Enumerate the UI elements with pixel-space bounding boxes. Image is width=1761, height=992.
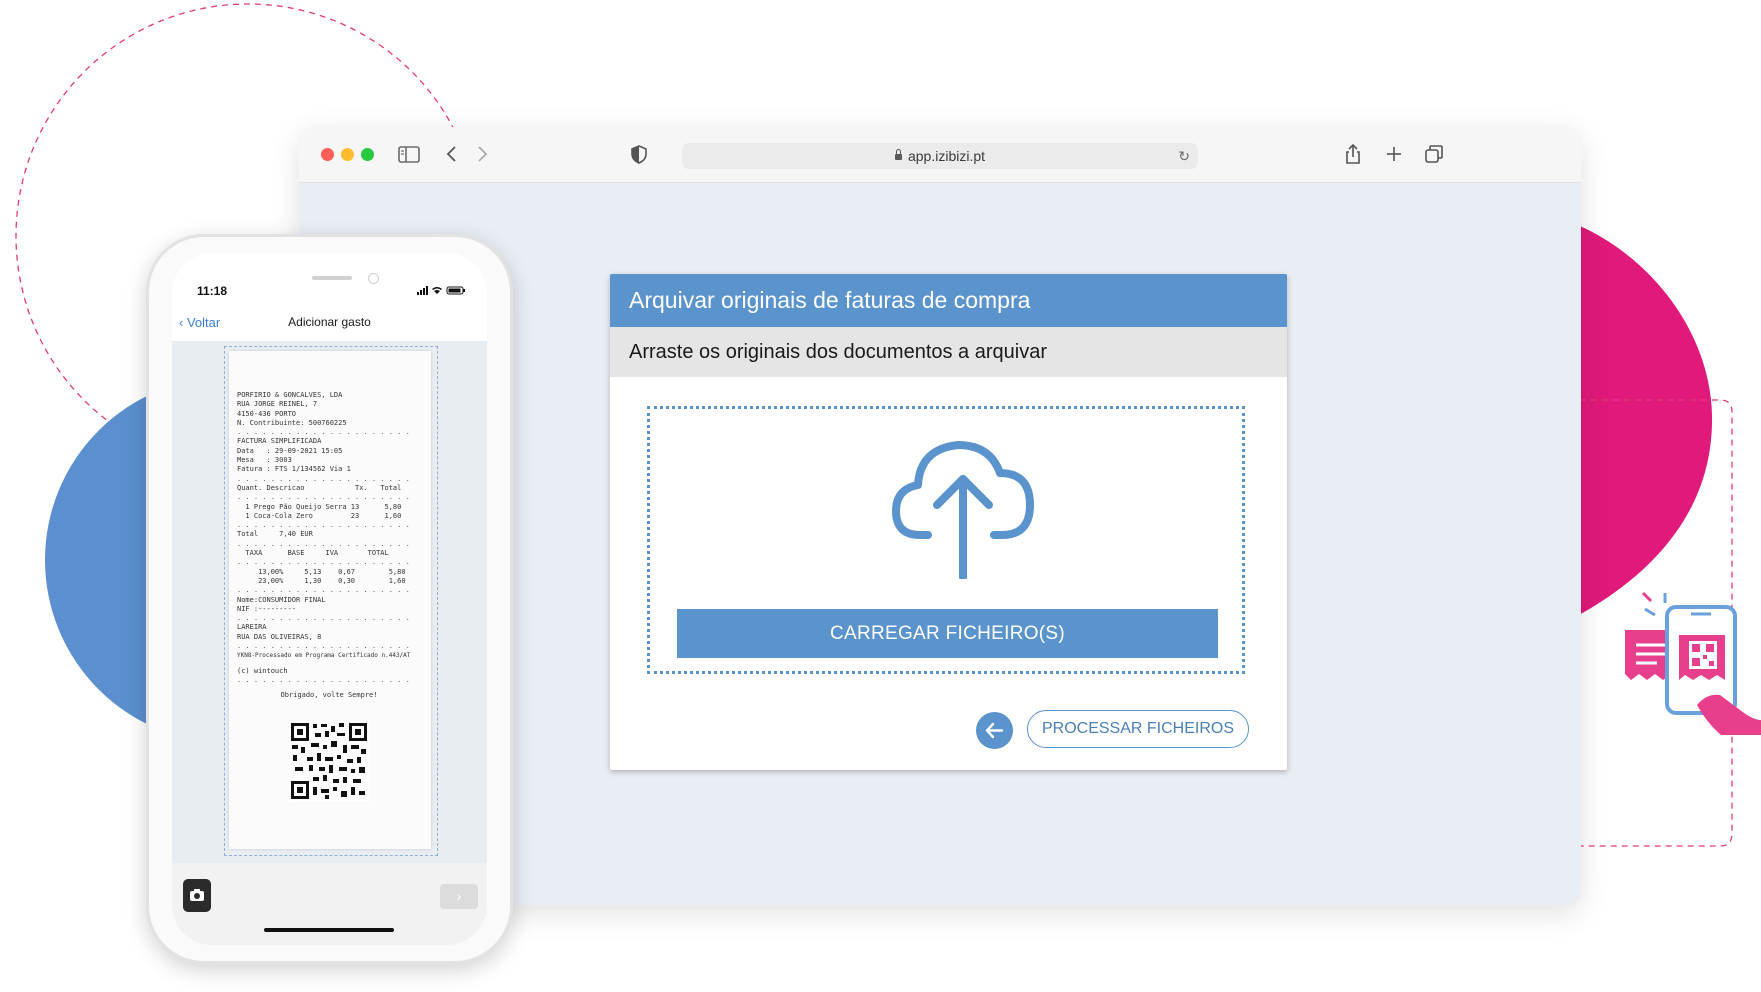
receipt-separator: . . . . . . . . . . . . . . . . . . . . …	[237, 493, 410, 502]
url-text: app.izibizi.pt	[907, 148, 986, 164]
shield-icon[interactable]	[626, 141, 652, 167]
browser-toolbar: app.izibizi.pt ↻	[299, 127, 1581, 183]
receipt-line: FACTURA SIMPLIFICADA	[237, 437, 322, 446]
receipt-item: 1 Prego Pão Queijo Serra 13 5,80	[237, 502, 402, 511]
receipt-separator: . . . . . . . . . . . . . . . . . . . . …	[237, 521, 410, 530]
new-tab-icon[interactable]	[1381, 141, 1407, 167]
tabs-overview-icon[interactable]	[1421, 141, 1447, 167]
nav-title: Adicionar gasto	[288, 315, 371, 329]
receipt-separator: . . . . . . . . . . . . . . . . . . . . …	[237, 539, 410, 548]
forward-icon[interactable]	[469, 141, 495, 167]
receipt-cert: YKN8-Processado em Programa Certificado …	[237, 652, 411, 660]
next-button[interactable]: ›	[440, 884, 478, 909]
receipt-line: Mesa : 3003	[237, 456, 292, 465]
receipt-tax-row: 13,00% 5,13 0,67 5,80	[237, 567, 406, 576]
receipt-line: RUA JORGE REINEL, 7	[237, 400, 318, 409]
receipt-line: Fatura : FTS 1/134562 Via 1	[237, 465, 351, 474]
receipt-separator: . . . . . . . . . . . . . . . . . . . . …	[237, 642, 410, 651]
receipt-separator: . . . . . . . . . . . . . . . . . . . . …	[237, 428, 410, 437]
receipt-separator: . . . . . . . . . . . . . . . . . . . . …	[237, 558, 410, 567]
receipt-frame: PORFIRIO & GONCALVES, LDA RUA JORGE REIN…	[224, 346, 438, 856]
receipt-line: PORFIRIO & GONCALVES, LDA	[237, 391, 343, 399]
receipt-separator: . . . . . . . . . . . . . . . . . . . . …	[237, 614, 410, 623]
receipt-preview-area: PORFIRIO & GONCALVES, LDA RUA JORGE REIN…	[172, 341, 487, 863]
status-icons	[417, 286, 465, 295]
status-time: 11:18	[197, 284, 228, 298]
share-icon[interactable]	[1340, 141, 1366, 167]
receipt-copyright: (c) wintouch	[237, 666, 288, 675]
phone-mockup: 11:18 ‹ Voltar Adicionar gasto PORFIRIO …	[146, 234, 513, 964]
home-indicator	[264, 928, 394, 932]
receipt-separator: . . . . . . . . . . . . . . . . . . . . …	[237, 675, 410, 684]
back-button[interactable]	[976, 712, 1013, 749]
minimize-window-button[interactable]	[341, 148, 354, 161]
arrow-left-icon	[985, 722, 1004, 739]
camera-button[interactable]	[183, 879, 211, 912]
dialog-title: Arquivar originais de faturas de compra	[610, 274, 1287, 327]
cloud-upload-icon	[892, 441, 1034, 579]
front-camera	[368, 273, 379, 284]
phone-scan-illustration	[1625, 591, 1761, 735]
camera-icon	[190, 889, 204, 901]
receipt-line: Data : 29-09-2021 15:05	[237, 446, 343, 455]
receipt-item: 1 Coca-Cola Zero 23 1,60	[237, 511, 402, 520]
lock-icon	[894, 149, 902, 160]
address-bar[interactable]: app.izibizi.pt ↻	[682, 143, 1198, 169]
zoom-window-button[interactable]	[361, 148, 374, 161]
upload-files-button[interactable]: CARREGAR FICHEIRO(S)	[677, 609, 1218, 658]
receipt-image: PORFIRIO & GONCALVES, LDA RUA JORGE REIN…	[229, 351, 431, 849]
speaker-grille	[312, 276, 352, 280]
receipt-line: Nome:CONSUMIDOR FINAL	[237, 595, 326, 604]
receipt-columns: Quant. Descricao Tx. Total	[237, 483, 402, 492]
process-files-button[interactable]: PROCESSAR FICHEIROS	[1027, 710, 1249, 748]
phone-screen: 11:18 ‹ Voltar Adicionar gasto PORFIRIO …	[172, 253, 487, 945]
receipt-line: N. Contribuinte: 500760225	[237, 418, 347, 427]
dialog-subtitle: Arraste os originais dos documentos a ar…	[610, 327, 1287, 377]
archive-invoices-dialog: Arquivar originais de faturas de compra …	[610, 274, 1287, 770]
receipt-line: 4150-436 PORTO	[237, 409, 297, 418]
reload-icon[interactable]: ↻	[1178, 148, 1190, 165]
receipt-tax-row: 23,00% 1,30 0,30 1,60	[237, 576, 406, 585]
wifi-icon	[432, 287, 442, 294]
receipt-separator: . . . . . . . . . . . . . . . . . . . . …	[237, 586, 410, 595]
chevron-right-icon: ›	[456, 888, 462, 904]
receipt-total: Total 7,40 EUR	[237, 530, 313, 539]
qr-code-icon	[289, 721, 369, 801]
receipt-separator: . . . . . . . . . . . . . . . . . . . . …	[237, 474, 410, 483]
file-dropzone[interactable]: CARREGAR FICHEIRO(S)	[647, 406, 1245, 674]
receipt-line: LAREIRA	[237, 623, 267, 632]
sidebar-icon[interactable]	[396, 141, 422, 167]
back-icon[interactable]	[439, 141, 465, 167]
close-window-button[interactable]	[321, 148, 334, 161]
phone-bottom-bar: ›	[172, 863, 487, 945]
receipt-line: NIF :---------	[237, 604, 297, 613]
receipt-thanks: Obrigado, volte Sempre!	[280, 691, 378, 700]
signal-icon	[417, 292, 419, 295]
receipt-tax-header: TAXA BASE IVA TOTAL	[237, 549, 389, 558]
receipt-line: RUA DAS OLIVEIRAS, 8	[237, 632, 322, 641]
